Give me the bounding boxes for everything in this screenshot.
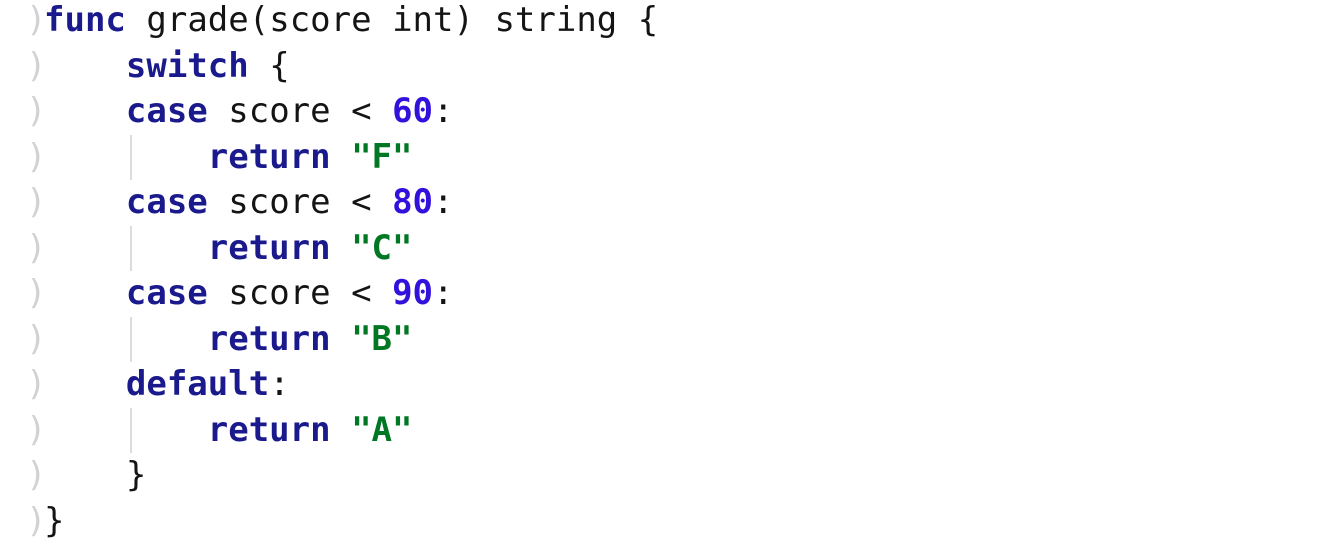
code-token-punctuation: < xyxy=(351,273,372,313)
code-line-text[interactable]: return "B" xyxy=(44,317,413,363)
code-line[interactable]: ) return "B" xyxy=(0,316,1326,363)
code-token-keyword: case xyxy=(125,91,208,131)
code-line[interactable]: ) switch { xyxy=(0,44,1326,90)
code-line-text[interactable]: case score < 90: xyxy=(44,271,454,317)
code-token-string: "C" xyxy=(351,227,413,268)
code-token-punctuation: < xyxy=(351,182,372,222)
code-token-punctuation: : xyxy=(433,91,454,131)
code-token-string: "B" xyxy=(351,318,413,359)
code-token-keyword: case xyxy=(125,273,208,313)
code-line[interactable]: ) func grade(score int) string { xyxy=(0,0,1326,44)
code-token-keyword: default xyxy=(125,364,270,404)
code-token-punctuation: : xyxy=(433,273,454,313)
code-token-string: "A" xyxy=(351,409,413,450)
code-line[interactable]: ) case score < 90: xyxy=(0,271,1326,317)
code-line-text[interactable]: } xyxy=(44,499,64,545)
code-token-punctuation: < xyxy=(351,91,372,131)
code-line[interactable]: ) return "F" xyxy=(0,134,1326,181)
code-line-text[interactable]: func grade(score int) string { xyxy=(44,0,658,44)
code-token-plain: score xyxy=(228,273,331,313)
code-token-keyword: return xyxy=(207,227,331,268)
code-token-plain: score xyxy=(228,182,331,222)
code-token-keyword: return xyxy=(207,409,331,450)
code-line[interactable]: ) return "A" xyxy=(0,407,1326,454)
code-line[interactable]: ) case score < 80: xyxy=(0,180,1326,226)
code-line[interactable]: )} xyxy=(0,499,1326,545)
code-token-number: 80 xyxy=(392,182,434,222)
code-token-punctuation: : xyxy=(433,182,454,222)
code-line[interactable]: ) case score < 60: xyxy=(0,89,1326,135)
code-line-text[interactable]: } xyxy=(44,453,146,499)
code-token-keyword: func xyxy=(44,0,126,40)
code-token-punctuation: { xyxy=(269,45,290,86)
code-line-text[interactable]: case score < 80: xyxy=(44,180,454,226)
code-token-punctuation: } xyxy=(44,500,65,541)
code-line-text[interactable]: default: xyxy=(44,362,290,408)
code-token-keyword: switch xyxy=(125,45,249,86)
code-surface[interactable]: ) func grade(score int) string {) switch … xyxy=(0,0,1326,552)
code-token-punctuation: } xyxy=(125,455,147,495)
code-line[interactable]: ) return "C" xyxy=(0,225,1326,272)
code-line-text[interactable]: return "F" xyxy=(44,135,413,181)
code-line-text[interactable]: return "C" xyxy=(44,226,413,272)
code-line-text[interactable]: case score < 60: xyxy=(44,89,454,135)
code-token-number: 60 xyxy=(392,91,434,131)
code-token-punctuation: ) xyxy=(453,0,474,40)
code-token-plain: score xyxy=(269,0,372,40)
code-token-keyword: return xyxy=(207,136,331,177)
code-line[interactable]: ) default: xyxy=(0,362,1326,408)
code-line[interactable]: ) } xyxy=(0,453,1326,499)
code-line-text[interactable]: return "A" xyxy=(44,408,413,454)
code-token-plain: int xyxy=(392,0,454,40)
code-token-punctuation: { xyxy=(637,0,659,40)
code-token-keyword: case xyxy=(125,182,208,222)
code-token-punctuation: : xyxy=(269,364,290,404)
code-token-string: "F" xyxy=(351,136,413,177)
code-line-text[interactable]: switch { xyxy=(44,44,290,90)
code-token-plain: score xyxy=(228,91,331,131)
code-token-plain: string xyxy=(494,0,618,40)
code-token-keyword: return xyxy=(207,318,331,359)
code-token-punctuation: ( xyxy=(248,0,270,40)
code-editor-screen: ) func grade(score int) string {) switch … xyxy=(0,0,1326,552)
code-token-number: 90 xyxy=(392,273,434,313)
code-token-plain: grade xyxy=(146,0,249,40)
